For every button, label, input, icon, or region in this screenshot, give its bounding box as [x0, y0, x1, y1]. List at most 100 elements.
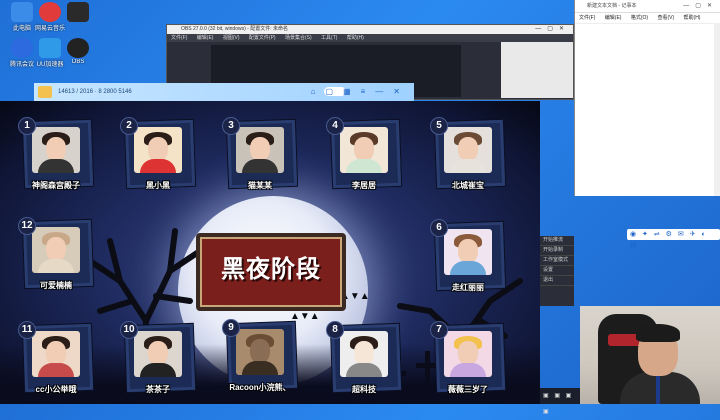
grid-icon[interactable]: ▦	[343, 87, 361, 96]
obs-control-button[interactable]: 工作室模式	[540, 256, 574, 266]
player-avatar	[444, 127, 492, 173]
player-avatar	[236, 127, 284, 173]
player-name: 超科技	[352, 385, 376, 394]
close-icon[interactable]: ✕	[393, 87, 410, 96]
obs-control-button[interactable]: 开始推流	[540, 236, 574, 246]
player-number: 9	[222, 319, 240, 337]
notepad-title-bar: 新建文本文档 - 记事本 —▢✕	[575, 0, 720, 13]
menu-icon[interactable]: ≡	[361, 87, 376, 96]
player-number: 6	[430, 219, 448, 237]
player-avatar	[236, 329, 284, 375]
player-number: 4	[326, 117, 344, 135]
player-name: 李居居	[352, 181, 376, 190]
obs-menu-item[interactable]: 视图(V)	[223, 35, 240, 41]
bat-icon: ▲▼▲	[290, 311, 320, 322]
player-name: cc小公举哦	[35, 385, 77, 394]
player-name: 走红丽丽	[452, 283, 484, 292]
taskbar-fragment[interactable]: ▣ ▣ ▣ ▣	[540, 388, 580, 415]
home-icon[interactable]: ⌂	[311, 87, 326, 96]
player-number: 2	[120, 117, 138, 135]
player-card[interactable]: 4 李居居	[326, 117, 402, 193]
player-avatar	[444, 229, 492, 275]
player-card[interactable]: 1 神阁森宫殿子	[18, 117, 94, 193]
player-avatar	[340, 331, 388, 377]
desktop-icon-label: OBS	[71, 59, 85, 65]
notepad-window[interactable]: 新建文本文档 - 记事本 —▢✕ 文件(F) 编辑(E) 格式(O) 查看(V)…	[574, 0, 720, 196]
streamer-body	[620, 372, 700, 404]
streamer-hair	[636, 324, 680, 342]
obs-menu-item[interactable]: 场景集合(S)	[285, 35, 312, 41]
obs-icon	[67, 38, 89, 58]
obs-menu-item[interactable]: 帮助(H)	[347, 35, 364, 41]
phase-title: 黑夜阶段	[221, 255, 321, 283]
app-title: 14613 / 2016 · 8 2800 5146	[58, 89, 132, 95]
obs-menu-bar: 文件(F) 编辑(E) 视图(V) 配置文件(P) 场景集合(S) 工具(T) …	[167, 34, 573, 42]
window-controls[interactable]: —▢✕	[683, 0, 718, 12]
tray-icons-bar[interactable]: ◉ ✦ ⇌ ⚙ ✉ ✈ ◐ ▤	[627, 229, 720, 249]
notepad-menu-item[interactable]: 格式(O)	[631, 15, 648, 21]
player-avatar	[134, 127, 182, 173]
obs-control-button[interactable]: 设置	[540, 266, 574, 276]
notepad-scrollbar[interactable]	[714, 23, 720, 196]
player-number: 5	[430, 117, 448, 135]
player-avatar	[444, 331, 492, 377]
notepad-menu-item[interactable]: 编辑(E)	[605, 15, 622, 21]
music-icon	[39, 2, 61, 22]
player-card[interactable]: 11 cc小公举哦	[18, 321, 94, 397]
app-icon	[67, 2, 89, 22]
player-card[interactable]: 3 猫某某	[222, 117, 298, 193]
notepad-menu-item[interactable]: 查看(V)	[657, 15, 674, 21]
player-avatar	[134, 331, 182, 377]
player-card[interactable]: 7 薇薇三岁了	[430, 321, 506, 397]
lanyard	[656, 374, 660, 404]
player-name: 猫某某	[248, 181, 272, 190]
player-card[interactable]: 6 走红丽丽	[430, 219, 506, 295]
player-number: 12	[18, 217, 36, 235]
notepad-title: 新建文本文档 - 记事本	[587, 3, 637, 9]
obs-title: OBS 27.0.0 (32 bit, windows) - 配置文件: 未命名	[181, 26, 288, 32]
player-card[interactable]: 12 可爱楠楠	[18, 217, 94, 293]
obs-control-button[interactable]: 开始录制	[540, 246, 574, 256]
webcam-feed	[580, 306, 720, 404]
notepad-menu-item[interactable]: 帮助(H)	[684, 15, 701, 21]
player-number: 11	[18, 321, 36, 339]
player-card[interactable]: 10 茶茶子	[120, 321, 196, 397]
desktop-icon-obs[interactable]: OBS	[60, 38, 96, 65]
minimize-icon[interactable]: —	[375, 87, 393, 96]
game-app-window[interactable]: 14613 / 2016 · 8 2800 5146 ⌂▢▦≡—✕ ▲▼▲ ▲▼…	[0, 83, 540, 404]
player-avatar	[32, 127, 80, 173]
notepad-menu-item[interactable]: 文件(F)	[579, 15, 595, 21]
phase-banner: 黑夜阶段	[196, 233, 346, 311]
player-card[interactable]: 8 超科技	[326, 321, 402, 397]
player-number: 1	[18, 117, 36, 135]
player-name: 黑小黑	[146, 181, 170, 190]
window-controls[interactable]: —▢✕	[535, 25, 570, 34]
user-avatar[interactable]	[38, 86, 52, 98]
obs-title-bar: OBS 27.0.0 (32 bit, windows) - 配置文件: 未命名…	[167, 25, 573, 34]
obs-menu-item[interactable]: 工具(T)	[321, 35, 337, 41]
obs-menu-item[interactable]: 配置文件(P)	[249, 35, 276, 41]
player-number: 3	[222, 117, 240, 135]
desktop-icon-app[interactable]	[60, 2, 96, 23]
obs-menu-item[interactable]: 文件(F)	[171, 35, 187, 41]
app-window-buttons[interactable]: ⌂▢▦≡—✕	[311, 83, 410, 101]
window-icon[interactable]: ▢	[326, 87, 344, 96]
player-avatar	[32, 227, 80, 273]
app-title-bar: 14613 / 2016 · 8 2800 5146 ⌂▢▦≡—✕	[34, 83, 414, 101]
obs-menu-item[interactable]: 编辑(E)	[197, 35, 214, 41]
player-name: 茶茶子	[146, 385, 170, 394]
notepad-menu-bar: 文件(F) 编辑(E) 格式(O) 查看(V) 帮助(H)	[575, 13, 720, 24]
player-avatar	[340, 127, 388, 173]
obs-control-button[interactable]: 退出	[540, 276, 574, 286]
meeting-icon	[11, 38, 33, 58]
player-name: 神阁森宫殿子	[32, 181, 80, 190]
accelerator-icon	[39, 38, 61, 58]
player-card[interactable]: 5 北城崔宝	[430, 117, 506, 193]
obs-controls: 开始推流 开始录制 工作室模式 设置 退出	[540, 236, 574, 306]
player-number: 8	[326, 321, 344, 339]
player-card[interactable]: 2 黑小黑	[120, 117, 196, 193]
desktop-icon-label: 网易云音乐	[34, 26, 65, 32]
player-card[interactable]: 9 Racoon小浣熊、	[222, 319, 298, 395]
computer-icon	[11, 2, 33, 22]
player-name: 薇薇三岁了	[448, 385, 488, 394]
